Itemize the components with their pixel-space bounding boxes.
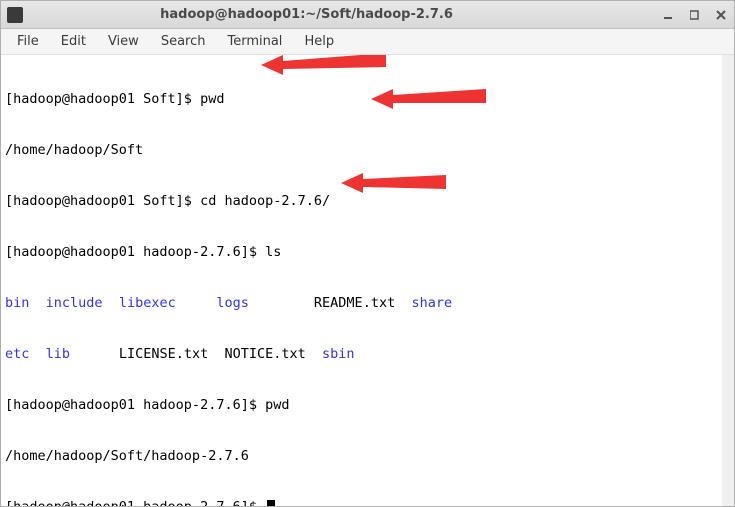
terminal-line: [hadoop@hadoop01 hadoop-2.7.6]$ pwd xyxy=(5,397,730,414)
annotation-arrow-icon xyxy=(261,55,391,79)
menu-edit[interactable]: Edit xyxy=(51,31,96,52)
terminal-line: bin include libexec logs README.txt shar… xyxy=(5,295,730,312)
ls-item-dir: bin xyxy=(5,295,29,311)
terminal-line: /home/hadoop/Soft/hadoop-2.7.6 xyxy=(5,448,730,465)
prompt: [hadoop@hadoop01 Soft]$ xyxy=(5,91,200,107)
terminal-line: [hadoop@hadoop01 Soft]$ pwd xyxy=(5,91,730,108)
command: ls xyxy=(265,244,281,260)
ls-item-dir: share xyxy=(411,295,452,311)
menu-search[interactable]: Search xyxy=(151,31,216,52)
ls-item-dir: lib xyxy=(46,346,70,362)
prompt: [hadoop@hadoop01 hadoop-2.7.6]$ xyxy=(5,397,265,413)
ls-item-dir: include xyxy=(46,295,103,311)
ls-item-dir: sbin xyxy=(322,346,355,362)
ls-item-dir: logs xyxy=(216,295,249,311)
close-button[interactable] xyxy=(714,8,728,22)
ls-item-file: NOTICE.txt xyxy=(225,346,306,362)
ls-item-dir: libexec xyxy=(119,295,176,311)
scrollbar[interactable] xyxy=(722,55,734,506)
ls-item-file: README.txt xyxy=(314,295,395,311)
ls-item-file: LICENSE.txt xyxy=(119,346,208,362)
menu-help[interactable]: Help xyxy=(294,31,344,52)
terminal-window: hadoop@hadoop01:~/Soft/hadoop-2.7.6 File… xyxy=(0,0,735,507)
prompt: [hadoop@hadoop01 Soft]$ xyxy=(5,193,200,209)
maximize-button[interactable] xyxy=(688,8,702,22)
prompt: [hadoop@hadoop01 hadoop-2.7.6]$ xyxy=(5,499,265,506)
prompt: [hadoop@hadoop01 hadoop-2.7.6]$ xyxy=(5,244,265,260)
window-title: hadoop@hadoop01:~/Soft/hadoop-2.7.6 xyxy=(31,7,662,22)
terminal-line: etc lib LICENSE.txt NOTICE.txt sbin xyxy=(5,346,730,363)
ls-item-dir: etc xyxy=(5,346,29,362)
terminal-line: /home/hadoop/Soft xyxy=(5,142,730,159)
menu-file[interactable]: File xyxy=(7,31,49,52)
command: pwd xyxy=(200,91,224,107)
window-controls xyxy=(662,8,728,22)
terminal-line: [hadoop@hadoop01 Soft]$ cd hadoop-2.7.6/ xyxy=(5,193,730,210)
terminal-line: [hadoop@hadoop01 hadoop-2.7.6]$ ls xyxy=(5,244,730,261)
menubar: File Edit View Search Terminal Help xyxy=(1,29,734,55)
minimize-button[interactable] xyxy=(662,8,676,22)
terminal-content[interactable]: [hadoop@hadoop01 Soft]$ pwd /home/hadoop… xyxy=(1,55,734,506)
menu-terminal[interactable]: Terminal xyxy=(217,31,292,52)
output: /home/hadoop/Soft xyxy=(5,142,143,158)
terminal-cursor xyxy=(267,500,275,506)
menu-view[interactable]: View xyxy=(98,31,149,52)
terminal-line: [hadoop@hadoop01 hadoop-2.7.6]$ xyxy=(5,499,730,506)
app-icon xyxy=(7,7,23,23)
titlebar[interactable]: hadoop@hadoop01:~/Soft/hadoop-2.7.6 xyxy=(1,1,734,29)
command: cd hadoop-2.7.6/ xyxy=(200,193,330,209)
command: pwd xyxy=(265,397,289,413)
output: /home/hadoop/Soft/hadoop-2.7.6 xyxy=(5,448,249,464)
